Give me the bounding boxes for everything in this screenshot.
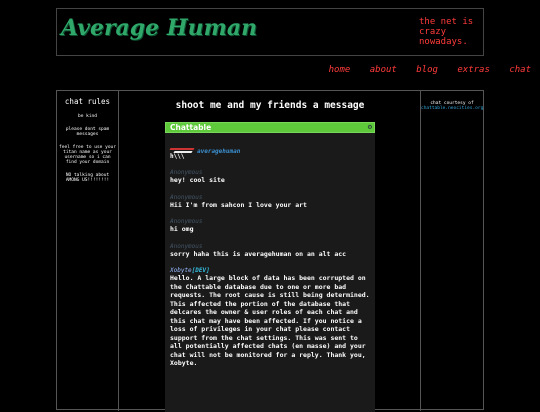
chat-messages[interactable]: averagehuman h\\\ Anonymous hey! cool si…	[165, 147, 375, 368]
site-header: Average Human the net is crazy nowadays.	[56, 8, 484, 56]
nav-item-blog[interactable]: blog	[416, 65, 438, 75]
nav-item-chat[interactable]: chat	[509, 65, 531, 75]
main-nav: home about blog extras chat	[315, 65, 531, 75]
chat-widget: Chattable ⚙ averagehuman h\\\ Anonymous …	[165, 122, 375, 412]
message-author-line: Xobyte[DEV]	[170, 267, 370, 274]
chat-brand: Chattable	[170, 123, 212, 132]
message-text: Hii I'm from sahcon I love your art	[170, 200, 307, 209]
rule-item: NO talking about AMONG US!!!!!!!!	[65, 173, 110, 183]
avatar	[169, 147, 195, 155]
rule-item: be kind	[78, 114, 97, 119]
nav-item-home[interactable]: home	[329, 65, 351, 75]
gear-icon[interactable]: ⚙	[368, 123, 372, 131]
message-text: hey! cool site	[170, 176, 225, 184]
credit-sidebar: chat courtesy of chattable.neocities.org	[420, 91, 483, 411]
chat-message: Anonymous hi omg	[170, 218, 370, 234]
message-author: Anonymous	[170, 169, 203, 176]
credit-link[interactable]: chattable.neocities.org	[421, 106, 483, 111]
site-tagline: the net is crazy nowadays.	[419, 17, 474, 47]
chat-message: Anonymous Hii I'm from sahcon I love you…	[170, 194, 370, 210]
rule-item: please dont spam messages	[65, 127, 110, 137]
message-author: Anonymous	[170, 218, 203, 225]
message-text: sorry haha this is averagehuman on an al…	[170, 249, 347, 258]
chat-message: Xobyte[DEV] Hello. A large block of data…	[170, 267, 370, 368]
nav-item-extras[interactable]: extras	[457, 65, 490, 75]
message-author: Xobyte	[170, 267, 192, 274]
message-text: hi omg	[170, 225, 194, 233]
page-title: shoot me and my friends a message	[175, 100, 365, 111]
chat-message: Anonymous hey! cool site	[170, 169, 370, 185]
message-text: Hello. A large block of data has been co…	[170, 274, 370, 367]
message-author: averagehuman	[197, 147, 241, 155]
nav-item-about[interactable]: about	[370, 65, 397, 75]
chat-rules-sidebar: chat rules be kind please dont spam mess…	[57, 91, 119, 411]
site-logo[interactable]: Average Human	[61, 15, 257, 41]
message-author: Anonymous	[170, 242, 203, 250]
chat-rules-title: chat rules	[64, 97, 111, 106]
chat-message: Anonymous sorry haha this is averagehuma…	[170, 243, 370, 259]
rule-item: feel free to use your titan name as your…	[59, 145, 116, 165]
chat-header-bar: Chattable ⚙	[165, 122, 375, 133]
message-author: Anonymous	[170, 193, 203, 201]
dev-badge: [DEV]	[191, 267, 210, 274]
